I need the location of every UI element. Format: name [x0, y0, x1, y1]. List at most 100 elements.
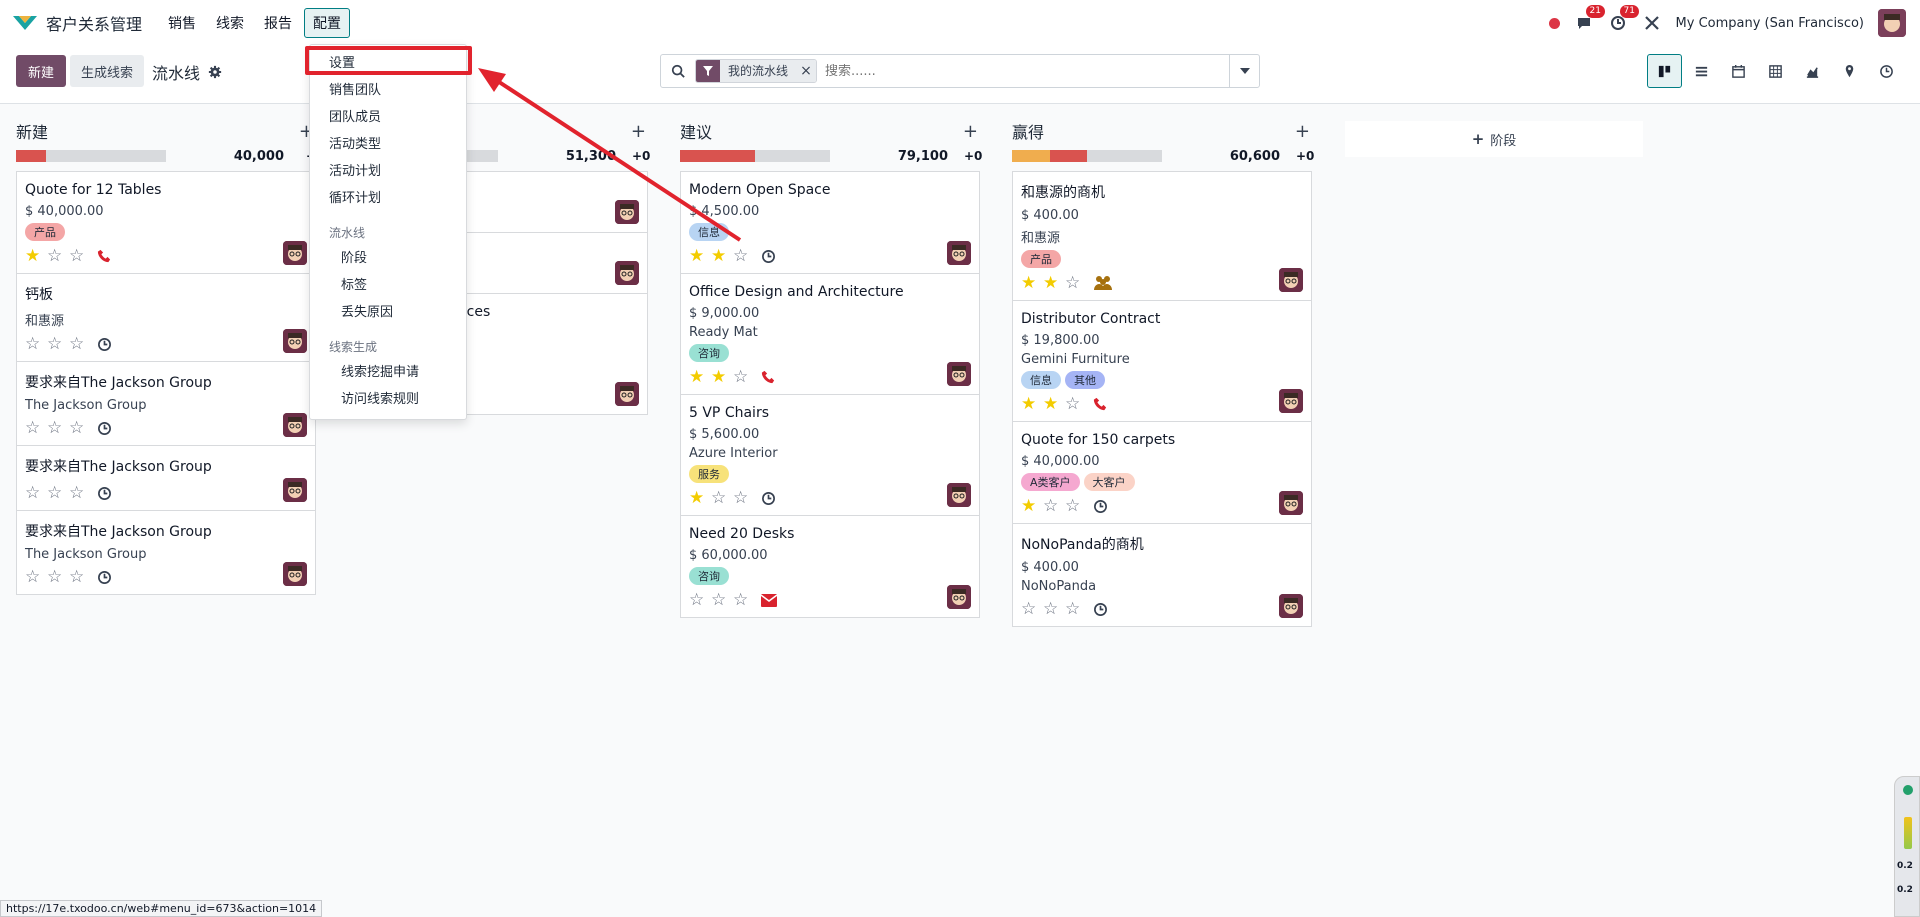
debug-tools-button[interactable] [1642, 13, 1662, 33]
priority-star-icon[interactable]: ★ [1021, 497, 1043, 515]
kanban-card[interactable]: 5 VP Chairs $ 5,600.00 Azure Interior 服务 ★ ☆ ☆ [680, 394, 980, 515]
kanban-card[interactable]: Need 20 Desks $ 60,000.00 咨询 ☆ ☆ ☆ [680, 515, 980, 618]
column-progressbar[interactable] [1012, 150, 1162, 162]
avatar[interactable] [615, 382, 639, 406]
progress-segment[interactable] [1049, 150, 1087, 162]
kanban-card[interactable]: 和惠源的商机 $ 400.00 和惠源 产品 ★ ★ ☆ [1012, 171, 1312, 300]
clock-icon[interactable] [1093, 602, 1108, 617]
avatar[interactable] [1279, 389, 1303, 413]
dropdown-item[interactable]: 阶段 [310, 245, 466, 272]
clock-icon[interactable] [761, 491, 776, 506]
priority-star-icon[interactable]: ☆ [733, 247, 755, 265]
progress-segment[interactable] [680, 150, 755, 162]
search-input[interactable] [825, 63, 1229, 79]
priority-star-icon[interactable]: ☆ [711, 489, 733, 507]
dropdown-item[interactable]: 销售团队 [310, 77, 466, 104]
priority-star-icon[interactable]: ☆ [711, 591, 733, 609]
kanban-card[interactable]: NoNoPanda的商机 $ 400.00 NoNoPanda ☆ ☆ ☆ [1012, 523, 1312, 627]
add-stage-button[interactable]: + 阶段 [1345, 121, 1643, 157]
priority-star-icon[interactable]: ☆ [47, 247, 69, 265]
clock-icon[interactable] [97, 337, 112, 352]
priority-star-icon[interactable]: ☆ [47, 484, 69, 502]
priority-star-icon[interactable]: ★ [689, 368, 711, 386]
search-options-toggle[interactable] [1229, 55, 1259, 87]
priority-star-icon[interactable]: ☆ [25, 568, 47, 586]
dropdown-item[interactable]: 设置 [310, 50, 466, 77]
avatar[interactable] [1279, 594, 1303, 618]
kanban-card[interactable]: 要求来自The Jackson Group The Jackson Group ☆ ☆… [16, 361, 316, 445]
app-brand[interactable]: 客户关系管理 [12, 11, 142, 35]
priority-star-icon[interactable]: ★ [689, 247, 711, 265]
priority-star-icon[interactable]: ★ [1021, 274, 1043, 292]
phone-icon[interactable] [97, 249, 111, 263]
network-widget[interactable]: 0.2 0.2 [1894, 776, 1920, 917]
priority-star-icon[interactable]: ★ [1043, 395, 1065, 413]
progress-segment[interactable] [1012, 150, 1050, 162]
priority-star-icon[interactable]: ☆ [25, 335, 47, 353]
progress-segment[interactable] [16, 150, 46, 162]
priority-star-icon[interactable]: ☆ [1021, 600, 1043, 618]
clock-icon[interactable] [761, 249, 776, 264]
dropdown-item[interactable]: 团队成员 [310, 104, 466, 131]
messages-button[interactable]: 21 [1574, 5, 1605, 33]
priority-star-icon[interactable]: ☆ [25, 419, 47, 437]
avatar[interactable] [615, 200, 639, 224]
priority-star-icon[interactable]: ☆ [733, 591, 755, 609]
kanban-view-button[interactable] [1647, 54, 1682, 88]
priority-star-icon[interactable]: ☆ [733, 489, 755, 507]
list-view-button[interactable] [1684, 54, 1719, 88]
priority-star-icon[interactable]: ☆ [1065, 274, 1087, 292]
clock-icon[interactable] [97, 421, 112, 436]
priority-star-icon[interactable]: ★ [25, 247, 47, 265]
priority-star-icon[interactable]: ☆ [1043, 600, 1065, 618]
priority-star-icon[interactable]: ☆ [733, 368, 755, 386]
calendar-view-button[interactable] [1721, 54, 1756, 88]
dropdown-item[interactable]: 标签 [310, 272, 466, 299]
kanban-card[interactable]: Quote for 150 carpets $ 40,000.00 A类客户 大客户 ★… [1012, 421, 1312, 523]
clock-icon[interactable] [97, 486, 112, 501]
avatar[interactable] [283, 562, 307, 586]
column-title[interactable]: 建议 [680, 119, 712, 143]
quick-create-icon[interactable]: + [1295, 121, 1310, 142]
menu-item[interactable]: 线索 [208, 9, 252, 37]
dropdown-item[interactable]: 访问线索规则 [310, 386, 466, 413]
priority-star-icon[interactable]: ☆ [47, 335, 69, 353]
map-view-button[interactable] [1832, 54, 1867, 88]
column-title[interactable]: 赢得 [1012, 119, 1044, 143]
avatar[interactable] [947, 483, 971, 507]
priority-star-icon[interactable]: ☆ [47, 419, 69, 437]
avatar[interactable] [1279, 491, 1303, 515]
gear-icon[interactable] [208, 65, 222, 79]
dropdown-item[interactable]: 活动计划 [310, 158, 466, 185]
phone-icon[interactable] [761, 370, 775, 384]
clock-icon[interactable] [97, 570, 112, 585]
kanban-card[interactable]: 要求来自The Jackson Group ☆ ☆ ☆ [16, 445, 316, 510]
priority-star-icon[interactable]: ☆ [69, 335, 91, 353]
avatar[interactable] [283, 329, 307, 353]
priority-star-icon[interactable]: ☆ [69, 568, 91, 586]
priority-star-icon[interactable]: ☆ [25, 484, 47, 502]
priority-star-icon[interactable]: ★ [711, 247, 733, 265]
kanban-card[interactable]: 要求来自The Jackson Group The Jackson Group ☆ ☆… [16, 510, 316, 595]
new-button[interactable]: 新建 [16, 55, 67, 87]
activity-view-button[interactable] [1869, 54, 1904, 88]
priority-star-icon[interactable]: ★ [1043, 274, 1065, 292]
avatar[interactable] [615, 261, 639, 285]
menu-item[interactable]: 配置 [304, 8, 351, 38]
quick-create-icon[interactable]: + [963, 121, 978, 142]
priority-star-icon[interactable]: ☆ [1065, 395, 1087, 413]
column-progressbar[interactable] [680, 150, 830, 162]
priority-star-icon[interactable]: ☆ [47, 568, 69, 586]
kanban-card[interactable]: 钙板 和惠源 ☆ ☆ ☆ [16, 273, 316, 361]
kanban-card[interactable]: Distributor Contract $ 19,800.00 Gemini Fu… [1012, 300, 1312, 421]
column-title[interactable]: 新建 [16, 119, 48, 143]
dropdown-item[interactable]: 线索挖掘申请 [310, 359, 466, 386]
quick-create-icon[interactable]: + [631, 121, 646, 142]
avatar[interactable] [1279, 268, 1303, 292]
priority-star-icon[interactable]: ☆ [69, 484, 91, 502]
envelope-icon[interactable] [761, 593, 777, 607]
priority-star-icon[interactable]: ★ [711, 368, 733, 386]
priority-star-icon[interactable]: ☆ [69, 419, 91, 437]
generate-leads-button[interactable]: 生成线索 [70, 55, 145, 87]
menu-item[interactable]: 报告 [256, 9, 300, 37]
